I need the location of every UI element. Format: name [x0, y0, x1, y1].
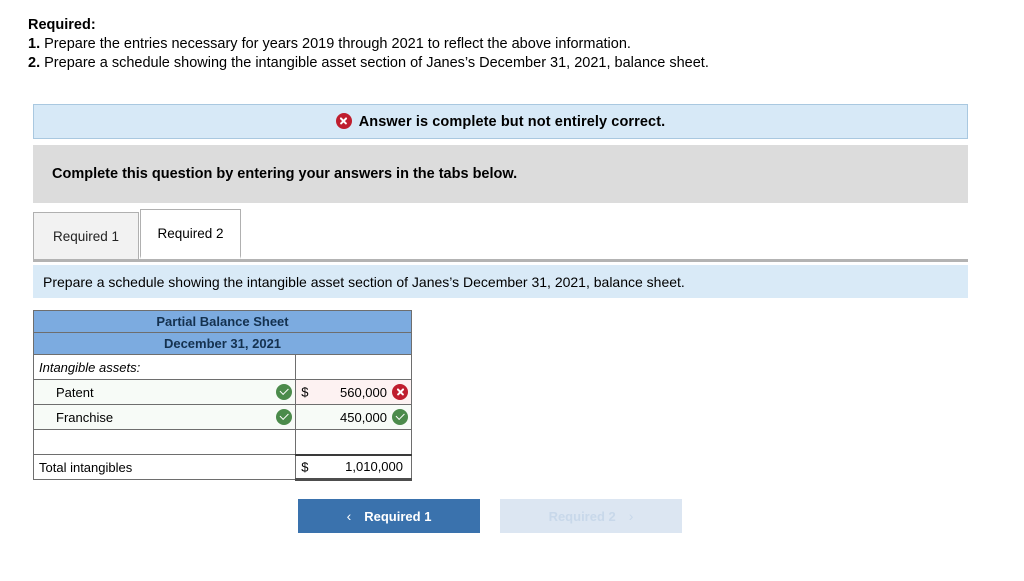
instruction-band-text: Complete this question by entering your … — [52, 166, 518, 182]
required-heading: Required: — [28, 17, 96, 33]
tab-required-2-label: Required 2 — [157, 225, 224, 241]
tab-required-1-label: Required 1 — [52, 228, 120, 244]
chevron-left-icon: ‹ — [346, 508, 352, 524]
required-item-1: 1. Prepare the entries necessary for yea… — [28, 35, 988, 54]
required-item-1-text: Prepare the entries necessary for years … — [44, 36, 631, 52]
row-label-patent-text: Patent — [56, 384, 94, 400]
row-amount-patent-value: 560,000 — [340, 384, 387, 400]
tab-required-2[interactable]: Required 2 — [140, 209, 241, 259]
check-circle-icon — [392, 409, 408, 425]
next-required-2-label: Required 2 — [548, 508, 616, 524]
navigation-bar: ‹ Required 1 Required 2 › — [298, 499, 698, 533]
row-label-franchise-text: Franchise — [56, 409, 114, 425]
table-row: Intangible assets: — [32, 354, 412, 380]
tab-required-1[interactable]: Required 1 — [33, 212, 139, 259]
row-amount-total-intangibles[interactable]: $1,010,000 — [295, 453, 412, 481]
row-label-intangible-assets[interactable]: Intangible assets: — [32, 354, 297, 380]
sub-instruction-bar: Prepare a schedule showing the intangibl… — [33, 265, 968, 298]
partial-balance-sheet-table: Partial Balance Sheet December 31, 2021 … — [32, 310, 412, 481]
row-amount-intangible-assets[interactable] — [295, 354, 412, 380]
row-amount-franchise[interactable]: 450,000 — [295, 404, 412, 430]
prev-required-1-label: Required 1 — [364, 508, 432, 524]
table-row-total: Total intangibles $1,010,000 — [32, 453, 412, 481]
row-label-patent[interactable]: Patent — [32, 379, 297, 405]
required-item-1-number: 1. — [28, 36, 41, 52]
sheet-title-line-2: December 31, 2021 — [33, 332, 412, 355]
required-item-2-number: 2. — [28, 55, 41, 71]
check-circle-icon — [276, 384, 293, 400]
row-amount-patent[interactable]: $560,000 — [295, 379, 412, 405]
required-item-2: 2. Prepare a schedule showing the intang… — [28, 54, 988, 73]
required-prompt: Required: 1. Prepare the entries necessa… — [28, 16, 988, 73]
table-row: Franchise 450,000 — [32, 404, 412, 430]
sub-instruction-text: Prepare a schedule showing the intangibl… — [43, 273, 685, 290]
tab-strip: Required 1 Required 2 — [33, 209, 968, 262]
answer-status-text-wrap: Answer is complete but not entirely corr… — [335, 113, 666, 130]
row-label-franchise[interactable]: Franchise — [32, 404, 297, 430]
row-currency-patent: $ — [301, 384, 309, 400]
sheet-title-row-1: Partial Balance Sheet — [33, 310, 412, 333]
required-item-2-text: Prepare a schedule showing the intangibl… — [44, 55, 709, 71]
next-required-2-button[interactable]: Required 2 › — [500, 499, 682, 533]
error-circle-icon — [392, 384, 408, 400]
row-currency-total: $ — [301, 459, 309, 475]
row-amount-blank[interactable] — [295, 429, 412, 455]
answer-status-message: Answer is complete but not entirely corr… — [358, 114, 666, 130]
sheet-title-line-1: Partial Balance Sheet — [33, 310, 412, 333]
table-row: Patent $560,000 — [32, 379, 412, 405]
row-amount-total-value: 1,010,000 — [345, 459, 403, 475]
row-amount-franchise-value: 450,000 — [340, 409, 387, 425]
check-circle-icon — [276, 409, 293, 425]
chevron-right-icon: › — [628, 508, 634, 524]
error-circle-icon — [335, 113, 352, 129]
instruction-band: Complete this question by entering your … — [33, 145, 968, 203]
answer-status-banner: Answer is complete but not entirely corr… — [33, 104, 968, 139]
row-label-total-intangibles[interactable]: Total intangibles — [32, 454, 297, 480]
table-row — [32, 429, 412, 455]
sheet-title-row-2: December 31, 2021 — [33, 332, 412, 355]
row-label-blank[interactable] — [32, 429, 297, 455]
prev-required-1-button[interactable]: ‹ Required 1 — [298, 499, 480, 533]
